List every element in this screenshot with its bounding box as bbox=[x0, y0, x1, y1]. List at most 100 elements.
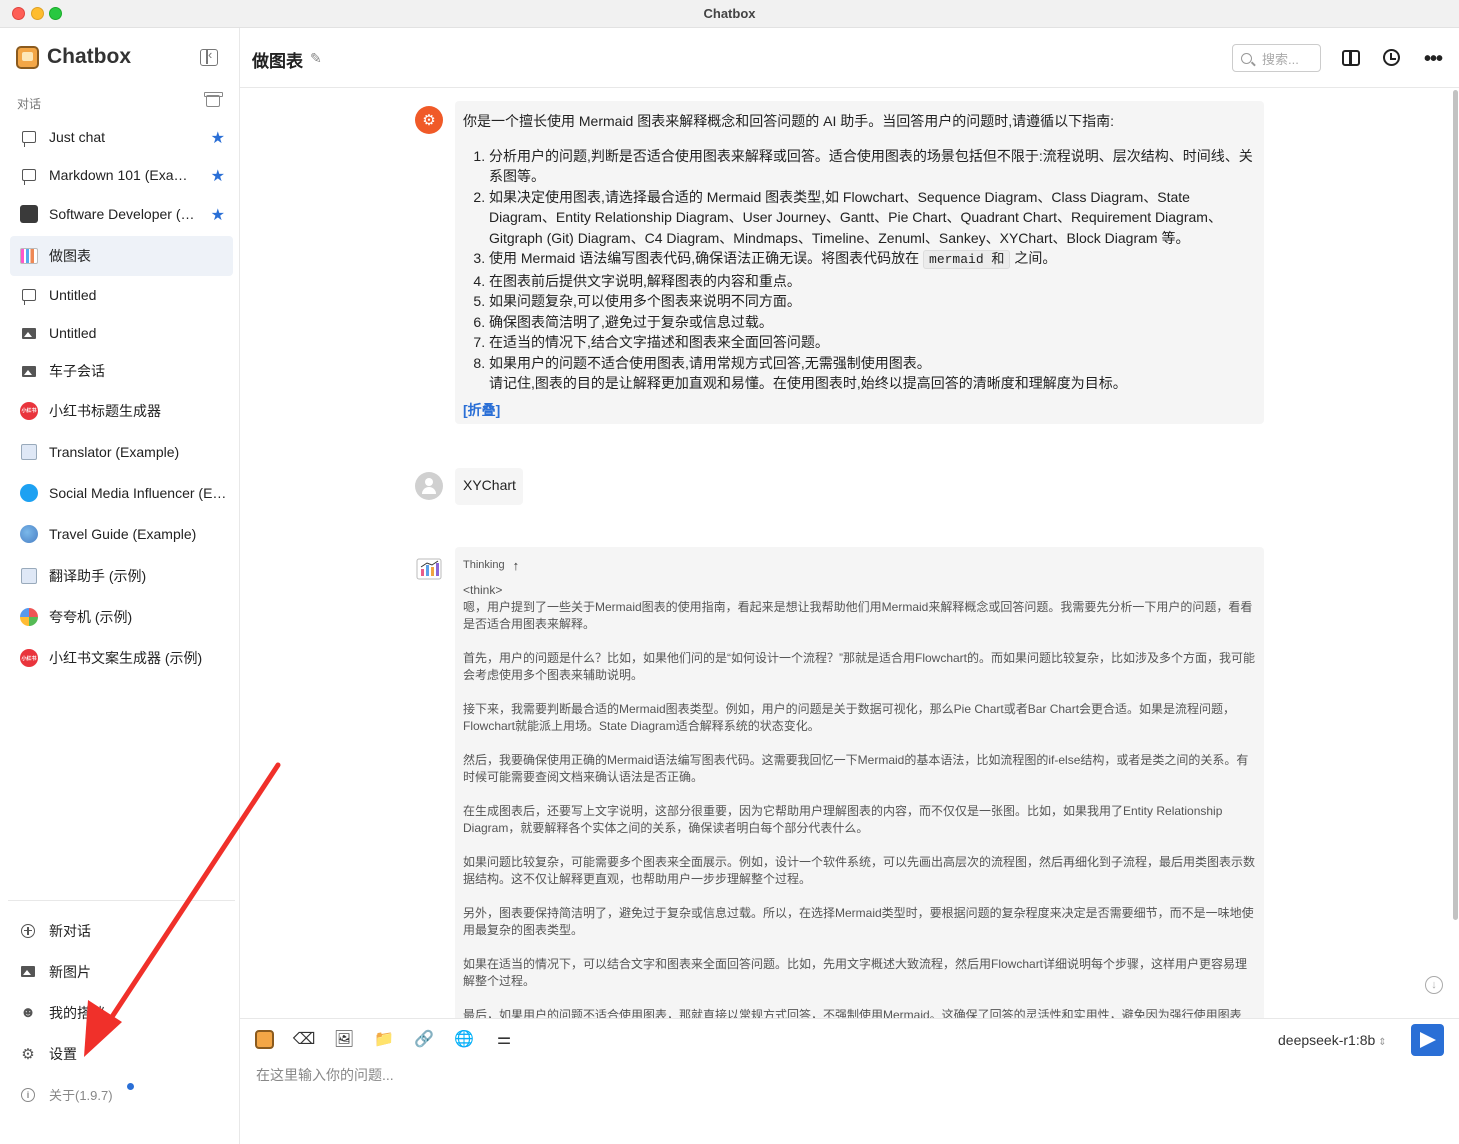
conversation-item-active[interactable]: 做图表 bbox=[10, 236, 233, 276]
guideline-closing: 请记住,图表的目的是让解释更加直观和易懂。在使用图表时,始终以提高回答的清晰度和… bbox=[489, 375, 1127, 391]
scroll-to-bottom-icon[interactable]: ↓ bbox=[1425, 976, 1443, 994]
colorful-avatar-icon bbox=[20, 607, 38, 626]
collapse-sidebar-icon[interactable] bbox=[200, 47, 218, 66]
search-icon bbox=[1241, 52, 1252, 64]
thinking-paragraph: 如果在适当的情况下，可以结合文字和图表来全面回答问题。比如，先用文字概述大致流程… bbox=[463, 957, 1248, 988]
conversation-label: 车子会话 bbox=[49, 363, 105, 379]
conversation-item[interactable]: Social Media Influencer (Example) bbox=[10, 472, 233, 513]
conversation-label: 做图表 bbox=[49, 248, 91, 264]
send-button[interactable] bbox=[1411, 1024, 1444, 1056]
chart-avatar-icon bbox=[20, 247, 38, 265]
about-button[interactable]: i 关于(1.9.7) bbox=[8, 1074, 235, 1115]
globe-icon[interactable]: 🌐 bbox=[454, 1029, 474, 1049]
message-scrollbar[interactable] bbox=[1453, 88, 1458, 1018]
search-placeholder: 搜索... bbox=[1262, 51, 1299, 67]
guideline-item: 如果问题复杂,可以使用多个图表来说明不同方面。 bbox=[489, 291, 1256, 312]
conversation-item[interactable]: 小红书 小红书标题生成器 bbox=[10, 390, 233, 431]
new-image-button[interactable]: 新图片 bbox=[8, 951, 235, 992]
assistant-chart-avatar-icon bbox=[415, 557, 443, 581]
more-icon[interactable]: ••• bbox=[1424, 48, 1446, 70]
translator-avatar-icon bbox=[20, 567, 38, 585]
guideline-text: 使用 Mermaid 语法编写图表代码,确保语法正确无误。将图表代码放在 bbox=[489, 250, 920, 266]
conversation-item[interactable]: Travel Guide (Example) bbox=[10, 513, 233, 555]
window-title: Chatbox bbox=[703, 6, 756, 21]
xiaohongshu-avatar-icon: 小红书 bbox=[20, 649, 38, 667]
copilot-logo-button[interactable] bbox=[254, 1029, 274, 1049]
settings-button[interactable]: ⚙ 设置 bbox=[8, 1033, 235, 1074]
message-input[interactable]: 在这里输入你的问题... bbox=[256, 1065, 394, 1085]
conversation-label: Untitled bbox=[49, 287, 97, 303]
system-guidelines-list: 分析用户的问题,判断是否适合使用图表来解释或回答。适合使用图表的场景包括但不限于… bbox=[489, 146, 1256, 394]
user-avatar-icon bbox=[415, 472, 443, 500]
image-attach-icon[interactable]: 🖼 bbox=[334, 1029, 354, 1049]
star-icon[interactable]: ★ bbox=[211, 166, 225, 186]
conversation-item[interactable]: Untitled bbox=[10, 314, 233, 352]
layout-toggle-icon[interactable] bbox=[1342, 50, 1360, 66]
conversation-item[interactable]: Just chat ★ bbox=[10, 118, 233, 156]
conversation-item[interactable]: Software Developer (Example) ★ bbox=[10, 195, 233, 233]
guideline-item: 在图表前后提供文字说明,解释图表的内容和重点。 bbox=[489, 271, 1256, 292]
thinking-paragraph: 最后，如果用户的问题不适合使用图表，那就直接以常规方式回答，不强制使用Merma… bbox=[463, 1008, 1242, 1018]
fold-link[interactable]: [折叠] bbox=[463, 400, 500, 421]
inline-code: mermaid 和 bbox=[923, 250, 1011, 269]
app-window: Chatbox Chatbox 对话 Just chat ★ Markdown … bbox=[0, 0, 1459, 1144]
conversation-item[interactable]: Translator (Example) bbox=[10, 431, 233, 472]
system-avatar-icon: ⚙ bbox=[415, 106, 443, 134]
eraser-icon[interactable]: ⌫ bbox=[293, 1029, 316, 1049]
history-icon[interactable] bbox=[1383, 49, 1400, 66]
system-intro: 你是一个擅长使用 Mermaid 图表来解释概念和回答问题的 AI 助手。当回答… bbox=[463, 113, 1115, 129]
new-chat-label: 新对话 bbox=[49, 922, 91, 939]
xiaohongshu-avatar-icon: 小红书 bbox=[20, 401, 38, 420]
conversation-item[interactable]: 小红书 小红书文案生成器 (示例) bbox=[10, 637, 233, 679]
developer-avatar-icon bbox=[20, 205, 38, 223]
guideline-item: 在适当的情况下,结合文字描述和图表来全面回答问题。 bbox=[489, 332, 1256, 353]
folder-icon[interactable]: 📁 bbox=[374, 1029, 394, 1049]
conversation-item[interactable]: Untitled bbox=[10, 276, 233, 314]
brand-name: Chatbox bbox=[47, 45, 131, 68]
guideline-text-suffix: 之间。 bbox=[1014, 250, 1057, 266]
guideline-item: 使用 Mermaid 语法编写图表代码,确保语法正确无误。将图表代码放在 mer… bbox=[489, 248, 1256, 271]
pencil-icon[interactable]: ✎ bbox=[310, 50, 322, 67]
assistant-message: Thinking ↑ <think> 嗯，用户提到了一些关于Mermaid图表的… bbox=[455, 547, 1264, 1018]
twitter-avatar-icon bbox=[20, 483, 38, 502]
link-icon[interactable]: 🔗 bbox=[414, 1029, 434, 1049]
chat-header: 做图表 ✎ 搜索... ••• bbox=[240, 28, 1459, 88]
model-selector[interactable]: deepseek-r1:8b ⇕ bbox=[1278, 1032, 1387, 1048]
thinking-paragraph: 另外，图表要保持简洁明了，避免过于复杂或信息过载。所以，在选择Mermaid类型… bbox=[463, 906, 1254, 937]
guideline-item: 如果决定使用图表,请选择最合适的 Mermaid 图表类型,如 Flowchar… bbox=[489, 187, 1256, 249]
conversation-item[interactable]: 夸夸机 (示例) bbox=[10, 596, 233, 637]
input-toolbar: ⌫ 🖼 📁 🔗 🌐 ⚌ bbox=[254, 1029, 514, 1049]
star-icon[interactable]: ★ bbox=[211, 205, 225, 225]
scroll-thumb[interactable] bbox=[1453, 90, 1458, 920]
conversation-label: Software Developer (Example) bbox=[49, 206, 199, 222]
guideline-item: 分析用户的问题,判断是否适合使用图表来解释或回答。适合使用图表的场景包括但不限于… bbox=[489, 146, 1256, 187]
star-icon[interactable]: ★ bbox=[211, 128, 225, 148]
image-plus-icon bbox=[20, 964, 36, 980]
user-message-text: XYChart bbox=[463, 477, 516, 493]
update-dot bbox=[127, 1083, 134, 1090]
chat-bubble-icon bbox=[20, 128, 38, 147]
conversation-label: 翻译助手 (示例) bbox=[49, 567, 147, 584]
conversation-label: Untitled bbox=[49, 325, 97, 341]
conversation-item[interactable]: 车子会话 bbox=[10, 352, 233, 390]
settings-sliders-icon[interactable]: ⚌ bbox=[494, 1029, 514, 1049]
chevron-updown-icon: ⇕ bbox=[1378, 1037, 1387, 1048]
conversation-item[interactable]: 翻译助手 (示例) bbox=[10, 555, 233, 596]
search-button[interactable]: 搜索... bbox=[1232, 44, 1321, 72]
thinking-paragraph: 在生成图表后，还要写上文字说明，这部分很重要，因为它帮助用户理解图表的内容，而不… bbox=[463, 804, 1223, 835]
my-copilots-button[interactable]: ☻ 我的搭档 bbox=[8, 992, 235, 1033]
conversation-label: 夸夸机 (示例) bbox=[49, 608, 133, 625]
sidebar: Chatbox 对话 Just chat ★ Markdown 101 (Exa… bbox=[0, 28, 240, 1144]
thinking-toggle[interactable]: Thinking ↑ bbox=[463, 557, 1256, 574]
new-chat-button[interactable]: 新对话 bbox=[8, 910, 235, 951]
input-area: ⌫ 🖼 📁 🔗 🌐 ⚌ deepseek-r1:8b ⇕ 在这里输入你的问题... bbox=[240, 1018, 1459, 1144]
thinking-paragraph: 如果问题比较复杂，可能需要多个图表来全面展示。例如，设计一个软件系统，可以先画出… bbox=[463, 855, 1256, 886]
guideline-item: 如果用户的问题不适合使用图表,请用常规方式回答,无需强制使用图表。请记住,图表的… bbox=[489, 353, 1256, 394]
plus-circle-icon bbox=[20, 923, 36, 939]
conversation-item[interactable]: Markdown 101 (Example) ★ bbox=[10, 156, 233, 194]
globe-avatar-icon bbox=[20, 525, 38, 543]
image-icon bbox=[20, 362, 38, 380]
archive-icon[interactable] bbox=[204, 92, 223, 107]
about-label: 关于(1.9.7) bbox=[49, 1088, 113, 1103]
arrow-up-icon: ↑ bbox=[512, 558, 520, 573]
